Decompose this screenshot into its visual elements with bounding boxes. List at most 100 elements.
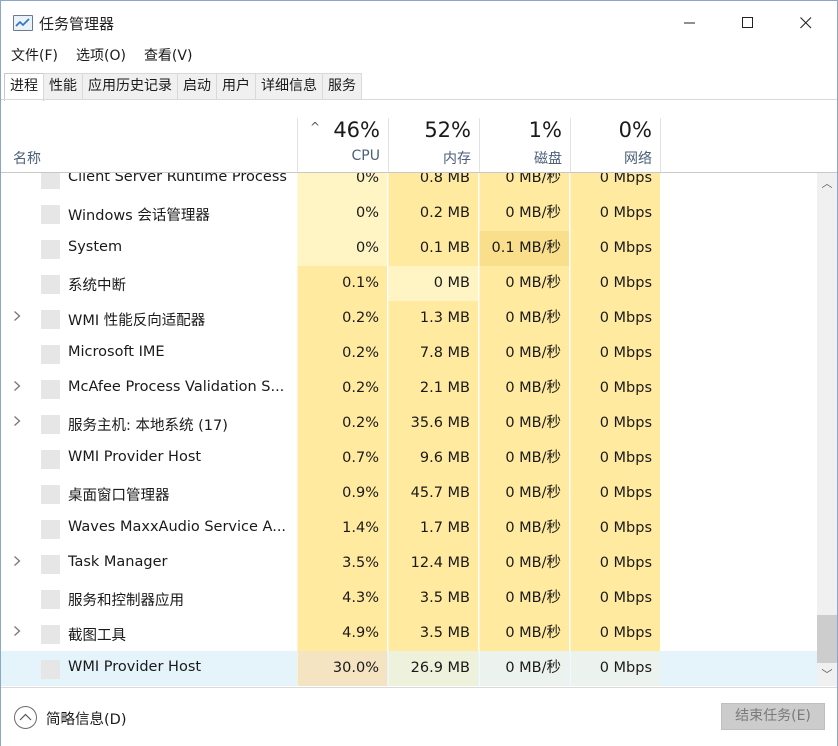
memory-value: 3.5 MB xyxy=(388,616,478,651)
menu-view[interactable]: 查看(V) xyxy=(134,45,201,67)
column-header: 名称 ^ 46% CPU 52% 内存 1% 磁盘 0% 网络 xyxy=(1,118,837,173)
tab-details[interactable]: 详细信息 xyxy=(255,73,323,100)
process-row[interactable]: WMI Provider Host 30.0% 26.9 MB 0 MB/秒 0 Mbp… xyxy=(1,651,817,686)
process-row[interactable]: System 0% 0.1 MB 0.1 MB/秒 0 Mbps xyxy=(1,231,817,266)
maximize-button[interactable] xyxy=(719,1,777,45)
disk-value: 0 MB/秒 xyxy=(479,441,569,476)
memory-value: 0.8 MB xyxy=(388,173,478,196)
process-row[interactable]: Microsoft IME 0.2% 7.8 MB 0 MB/秒 0 Mbps xyxy=(1,336,817,371)
memory-value: 26.9 MB xyxy=(388,651,478,686)
process-name: 服务主机: 本地系统 (17) xyxy=(68,418,228,434)
network-value: 0 Mbps xyxy=(570,196,660,231)
disk-value: 0 MB/秒 xyxy=(479,476,569,511)
disk-value: 0 MB/秒 xyxy=(479,546,569,581)
memory-value: 35.6 MB xyxy=(388,406,478,441)
process-row[interactable]: 桌面窗口管理器 0.9% 45.7 MB 0 MB/秒 0 Mbps xyxy=(1,476,817,511)
cpu-total: 46% xyxy=(333,118,380,142)
cpu-value: 0.1% xyxy=(297,266,387,301)
memory-value: 0.1 MB xyxy=(388,231,478,266)
chevron-right-icon[interactable] xyxy=(13,555,21,571)
fewer-details-button[interactable] xyxy=(14,706,37,729)
disk-value: 0 MB/秒 xyxy=(479,173,569,196)
tab-app-history[interactable]: 应用历史记录 xyxy=(82,73,178,100)
network-value: 0 Mbps xyxy=(570,581,660,616)
memory-total: 52% xyxy=(424,118,471,142)
tab-services[interactable]: 服务 xyxy=(322,73,362,100)
end-task-button[interactable]: 结束任务(E) xyxy=(721,703,825,730)
chevron-right-icon[interactable] xyxy=(13,415,21,431)
tab-users[interactable]: 用户 xyxy=(216,73,256,100)
disk-value: 0 MB/秒 xyxy=(479,616,569,651)
chevron-right-icon[interactable] xyxy=(13,625,21,641)
name-column-header[interactable]: 名称 xyxy=(13,148,41,168)
chevron-up-icon xyxy=(19,713,32,721)
cpu-value: 0.7% xyxy=(297,441,387,476)
disk-value: 0 MB/秒 xyxy=(479,651,569,686)
vertical-scrollbar[interactable]: ︿ ﹀ xyxy=(817,173,837,686)
memory-value: 7.8 MB xyxy=(388,336,478,371)
process-icon xyxy=(41,380,60,399)
scrollbar-thumb[interactable] xyxy=(817,615,837,663)
process-row[interactable]: 截图工具 4.9% 3.5 MB 0 MB/秒 0 Mbps xyxy=(1,616,817,651)
network-value: 0 Mbps xyxy=(570,546,660,581)
disk-value: 0 MB/秒 xyxy=(479,406,569,441)
process-name: Microsoft IME xyxy=(68,344,165,360)
process-row[interactable]: Task Manager 3.5% 12.4 MB 0 MB/秒 0 Mbps xyxy=(1,546,817,581)
memory-value: 12.4 MB xyxy=(388,546,478,581)
memory-column-header[interactable]: 52% 内存 xyxy=(388,118,479,172)
process-row[interactable]: 系统中断 0.1% 0 MB 0 MB/秒 0 Mbps xyxy=(1,266,817,301)
tab-startup[interactable]: 启动 xyxy=(177,73,217,100)
process-row[interactable]: McAfee Process Validation S... 0.2% 2.1 MB… xyxy=(1,371,817,406)
process-name: WMI 性能反向适配器 xyxy=(68,313,206,329)
network-column-header[interactable]: 0% 网络 xyxy=(570,118,661,172)
tab-processes[interactable]: 进程 xyxy=(4,73,44,101)
memory-value: 45.7 MB xyxy=(388,476,478,511)
menu-options[interactable]: 选项(O) xyxy=(66,45,134,67)
process-row[interactable]: Client Server Runtime Process 0% 0.8 MB 0 M… xyxy=(1,173,817,196)
fewer-details-link[interactable]: 简略信息(D) xyxy=(46,708,126,729)
window-title: 任务管理器 xyxy=(39,15,115,33)
disk-column-header[interactable]: 1% 磁盘 xyxy=(479,118,570,172)
minimize-button[interactable] xyxy=(661,1,719,45)
scroll-down-icon[interactable]: ﹀ xyxy=(817,666,837,684)
menu-file[interactable]: 文件(F) xyxy=(1,45,66,67)
close-icon xyxy=(800,17,812,29)
process-name: System xyxy=(68,239,123,255)
process-name: Windows 会话管理器 xyxy=(68,208,210,224)
network-value: 0 Mbps xyxy=(570,511,660,546)
process-row[interactable]: Waves MaxxAudio Service A... 1.4% 1.7 MB 0 … xyxy=(1,511,817,546)
cpu-value: 0.2% xyxy=(297,336,387,371)
network-value: 0 Mbps xyxy=(570,173,660,196)
network-value: 0 Mbps xyxy=(570,301,660,336)
disk-value: 0 MB/秒 xyxy=(479,336,569,371)
title-bar[interactable]: 任务管理器 xyxy=(1,1,837,45)
process-name: 截图工具 xyxy=(68,628,126,644)
network-value: 0 Mbps xyxy=(570,616,660,651)
process-row[interactable]: Windows 会话管理器 0% 0.2 MB 0 MB/秒 0 Mbps xyxy=(1,196,817,231)
close-button[interactable] xyxy=(777,1,835,45)
chevron-right-icon[interactable] xyxy=(13,380,21,396)
scroll-up-icon[interactable]: ︿ xyxy=(817,175,837,193)
process-icon xyxy=(41,625,60,644)
process-row[interactable]: 服务主机: 本地系统 (17) 0.2% 35.6 MB 0 MB/秒 0 Mbps xyxy=(1,406,817,441)
menu-bar: 文件(F) 选项(O) 查看(V) xyxy=(1,45,200,67)
process-row[interactable]: WMI Provider Host 0.7% 9.6 MB 0 MB/秒 0 Mbps xyxy=(1,441,817,476)
cpu-value: 3.5% xyxy=(297,546,387,581)
chevron-right-icon[interactable] xyxy=(13,310,21,326)
process-icon xyxy=(41,590,60,609)
task-manager-icon xyxy=(13,15,33,31)
memory-value: 1.7 MB xyxy=(388,511,478,546)
memory-label: 内存 xyxy=(443,151,471,167)
cpu-value: 4.3% xyxy=(297,581,387,616)
process-row[interactable]: 服务和控制器应用 4.3% 3.5 MB 0 MB/秒 0 Mbps xyxy=(1,581,817,616)
process-icon xyxy=(41,240,60,259)
cpu-column-header[interactable]: ^ 46% CPU xyxy=(297,118,388,172)
memory-value: 9.6 MB xyxy=(388,441,478,476)
process-row[interactable]: WMI 性能反向适配器 0.2% 1.3 MB 0 MB/秒 0 Mbps xyxy=(1,301,817,336)
cpu-value: 0% xyxy=(297,231,387,266)
cpu-value: 0.2% xyxy=(297,406,387,441)
process-icon xyxy=(41,275,60,294)
tab-performance[interactable]: 性能 xyxy=(43,73,83,100)
process-name: Client Server Runtime Process xyxy=(68,173,287,185)
network-label: 网络 xyxy=(624,151,652,167)
